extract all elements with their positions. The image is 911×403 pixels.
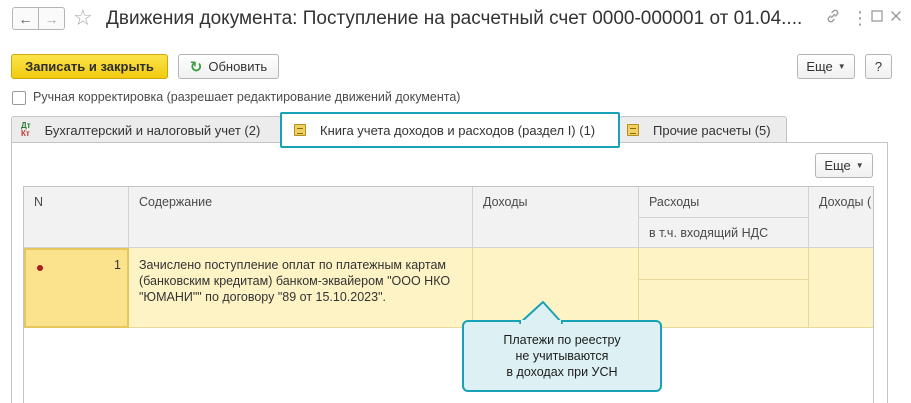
column-header-expenses[interactable]: Расходы <box>639 187 809 218</box>
row-expenses-cell[interactable] <box>639 248 809 280</box>
register-icon <box>627 124 639 136</box>
more-label: Еще <box>806 59 833 74</box>
maximize-icon[interactable] <box>871 8 883 28</box>
close-icon[interactable] <box>890 8 902 28</box>
help-button[interactable]: ? <box>865 54 892 79</box>
callout-line: в доходах при УСН <box>506 365 618 379</box>
tab-income-expense-book-label: Книга учета доходов и расходов (раздел I… <box>320 122 596 138</box>
manual-adjust-label[interactable]: Ручная корректировка (разрешает редактир… <box>33 90 460 104</box>
page-title: Движения документа: Поступление на расче… <box>106 8 803 29</box>
column-header-content[interactable]: Содержание <box>129 187 473 248</box>
tab-accounting[interactable]: Дт Кт Бухгалтерский и налоговый учет (2) <box>11 116 281 143</box>
row-vat-cell[interactable] <box>639 280 809 328</box>
tab-income-expense-book[interactable]: Книга учета доходов и расходов (раздел I… <box>280 112 620 148</box>
more-menu-button[interactable]: Еще ▼ <box>797 54 855 79</box>
refresh-icon: ↻ <box>189 58 203 76</box>
table-row[interactable]: 1 Зачислено поступление оплат по платежн… <box>24 248 873 328</box>
arrow-right-icon: → <box>44 10 59 27</box>
tab-other-settlements-label: Прочие расчеты (5) <box>653 122 771 138</box>
refresh-label: Обновить <box>208 59 268 74</box>
register-icon <box>294 124 306 136</box>
column-header-vat[interactable]: в т.ч. входящий НДС <box>639 218 809 248</box>
row-number: 1 <box>114 258 121 272</box>
more-vertical-icon[interactable]: ⋮ <box>851 8 869 28</box>
save-and-close-button[interactable]: Записать и закрыть <box>11 54 168 79</box>
back-button[interactable]: ← <box>12 7 39 30</box>
column-header-income-truncated[interactable]: Доходы ( <box>809 187 873 248</box>
manual-adjust-checkbox[interactable] <box>12 91 26 105</box>
record-active-icon <box>37 265 43 271</box>
refresh-button[interactable]: ↻ Обновить <box>178 54 279 79</box>
row-number-cell[interactable]: 1 <box>24 248 129 328</box>
link-icon[interactable] <box>825 8 841 30</box>
tab-other-settlements[interactable]: Прочие расчеты (5) <box>619 116 787 143</box>
callout-note: Платежи по реестру не учитываются в дохо… <box>462 320 662 392</box>
tab-accounting-label: Бухгалтерский и налоговый учет (2) <box>44 122 261 138</box>
row-income-cell[interactable] <box>473 248 639 328</box>
callout-line: Платежи по реестру <box>503 333 621 347</box>
caret-down-icon: ▼ <box>837 62 846 71</box>
grid-more-label: Еще <box>824 158 851 173</box>
movements-table[interactable]: N Содержание Доходы Расходы в т.ч. входя… <box>23 186 874 403</box>
title-bar: ← → ☆ Движения документа: Поступление на… <box>0 0 911 40</box>
forward-button[interactable]: → <box>38 7 65 30</box>
caret-down-icon: ▼ <box>855 161 864 170</box>
grid-more-menu-button[interactable]: Еще ▼ <box>815 153 873 178</box>
arrow-left-icon: ← <box>18 10 33 27</box>
row-content-cell[interactable]: Зачислено поступление оплат по платежным… <box>129 248 473 328</box>
column-header-n[interactable]: N <box>24 187 129 248</box>
debit-credit-icon: Дт Кт <box>21 121 31 138</box>
callout-line: не учитываются <box>515 349 609 363</box>
star-icon[interactable]: ☆ <box>73 3 93 33</box>
column-header-income[interactable]: Доходы <box>473 187 639 248</box>
